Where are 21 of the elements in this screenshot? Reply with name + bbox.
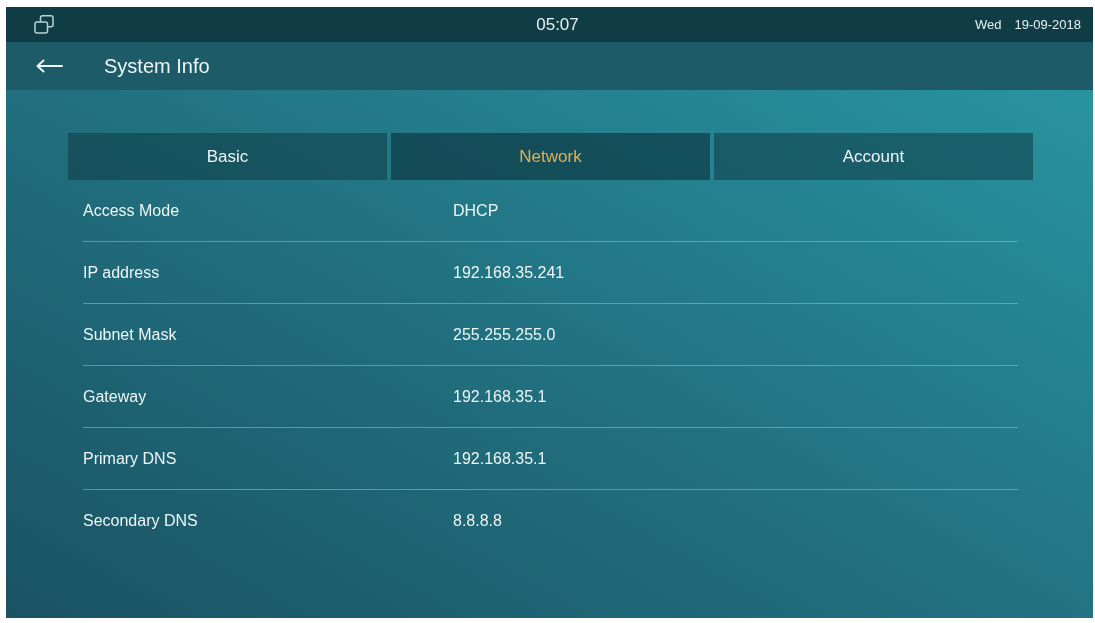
- field-value: 192.168.35.1: [453, 449, 547, 468]
- field-label: Secondary DNS: [83, 511, 199, 530]
- field-value: 192.168.35.241: [453, 263, 565, 282]
- field-label: Subnet Mask: [83, 325, 178, 344]
- field-label: Gateway: [83, 387, 148, 406]
- field-value: 255.255.255.0: [453, 325, 556, 344]
- page-title: System Info: [104, 54, 210, 78]
- field-label: IP address: [83, 263, 161, 282]
- date: 19-09-2018: [1014, 17, 1081, 32]
- field-label: Primary DNS: [83, 449, 178, 468]
- tab[interactable]: Account: [714, 133, 1033, 180]
- field-value: 8.8.8.8: [453, 511, 502, 530]
- back-arrow-icon[interactable]: [35, 59, 63, 73]
- field-value: 192.168.35.1: [453, 387, 547, 406]
- tab[interactable]: Network: [391, 133, 710, 180]
- field-label: Access Mode: [83, 201, 181, 220]
- tab[interactable]: Basic: [68, 133, 387, 180]
- clock-time: 05:07: [536, 14, 579, 34]
- field-value: DHCP: [453, 201, 499, 220]
- weekday: Wed: [975, 17, 1002, 32]
- overlapping-squares-icon: [34, 15, 54, 34]
